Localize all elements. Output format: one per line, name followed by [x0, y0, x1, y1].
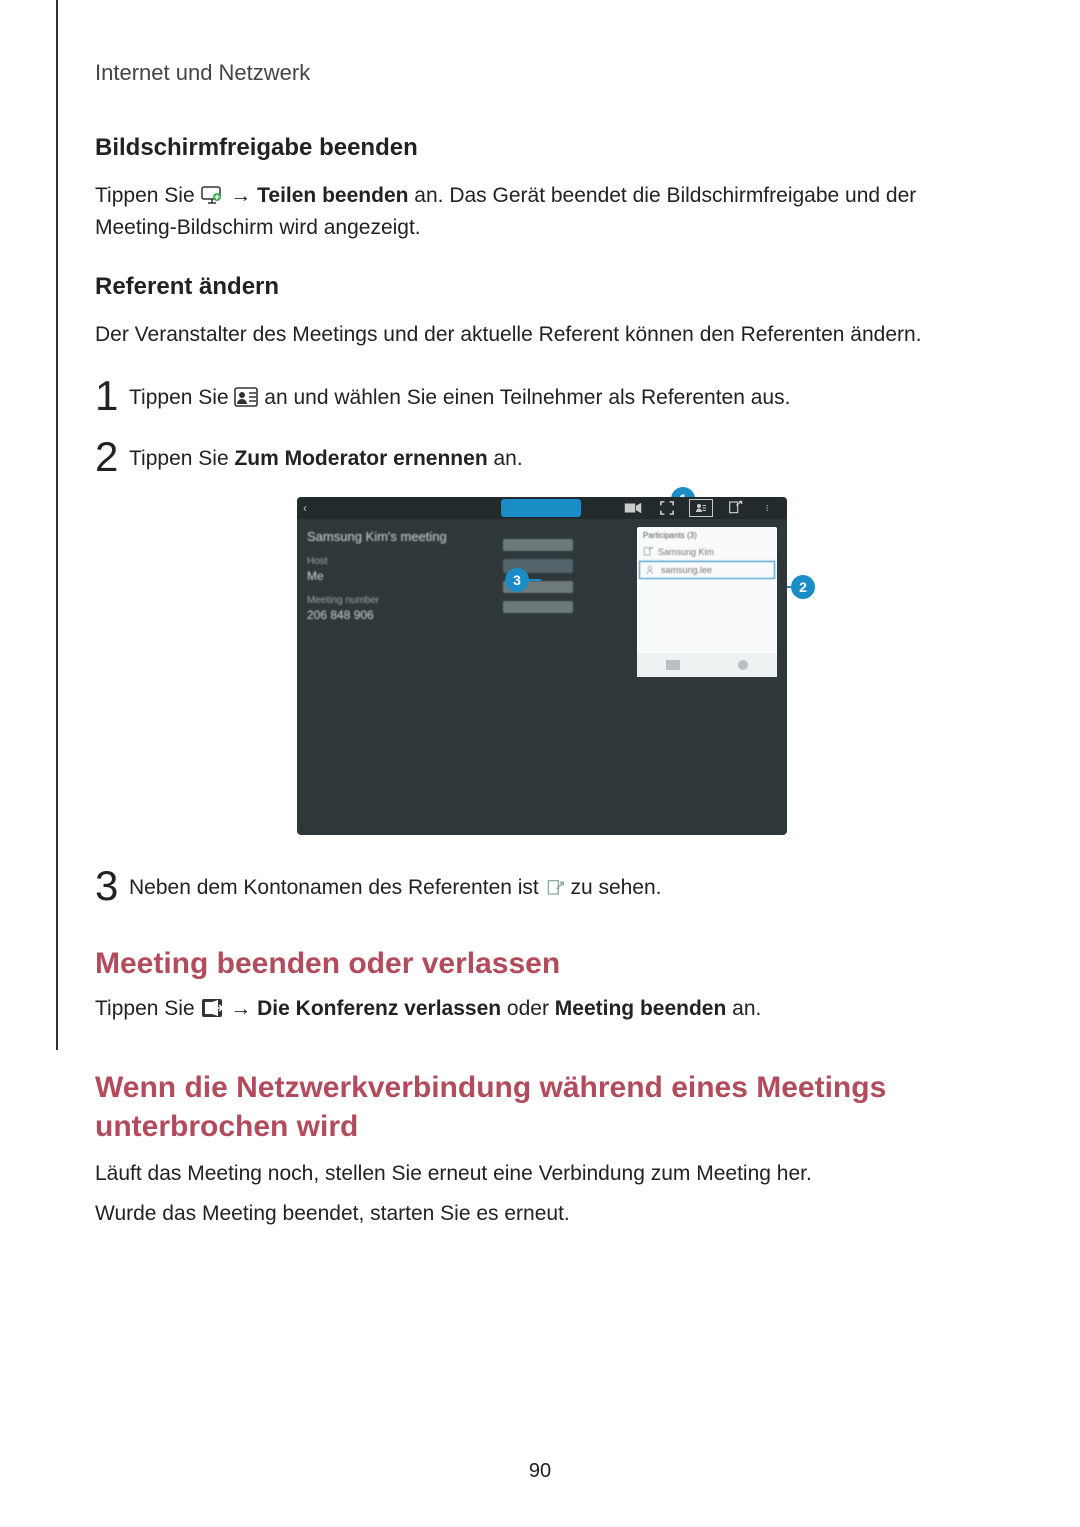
step-text: Tippen Sie an und wählen Sie einen Teiln… [129, 375, 790, 412]
step-row-1: 1 Tippen Sie an und wählen Sie einen Tei… [95, 369, 985, 412]
fullscreen-icon [655, 500, 679, 516]
page-number: 90 [0, 1460, 1080, 1483]
section-title-end-meeting: Meeting beenden oder verlassen [95, 947, 985, 981]
section-heading-change-presenter: Referent ändern [95, 273, 985, 301]
callout-badge-2: 2 [791, 575, 815, 599]
text-fragment: Neben dem Kontonamen des Referenten ist [129, 876, 545, 899]
section-title-network-drop: Wenn die Netzwerkverbindung während eine… [95, 1068, 985, 1146]
text-fragment: Tippen Sie [95, 184, 200, 207]
text-fragment: zu sehen. [570, 876, 661, 899]
share-icon [723, 500, 747, 516]
step-number: 2 [95, 436, 129, 478]
figure-panel-footer [637, 653, 777, 677]
share-monitor-icon [200, 183, 224, 207]
bold-text: Zum Moderator ernennen [234, 447, 487, 470]
text-fragment: oder [507, 997, 555, 1020]
text-fragment: → [230, 997, 257, 1020]
text-fragment: → [230, 184, 257, 207]
text-fragment: Tippen Sie [129, 386, 234, 409]
participants-icon-topbar [689, 499, 713, 517]
paragraph-change-presenter: Der Veranstalter des Meetings und der ak… [95, 319, 985, 351]
paragraph-end-meeting: Tippen Sie → Die Konferenz verlassen ode… [95, 993, 985, 1025]
figure-screen: ‹ Samsung Kim's [297, 497, 787, 835]
bold-text: Meeting beenden [555, 997, 727, 1020]
page-content: Internet und Netzwerk Bildschirmfreigabe… [95, 0, 985, 1229]
figure-back-icon: ‹ [303, 501, 307, 515]
step-row-3: 3 Neben dem Kontonamen des Referenten is… [95, 859, 985, 902]
text-fragment: an und wählen Sie einen Teilnehmer als R… [264, 386, 790, 409]
paragraph-network-1: Läuft das Meeting noch, stellen Sie erne… [95, 1158, 985, 1190]
figure-participants-panel: Participants (3) Samsung Kim samsung.lee [637, 527, 777, 677]
step-text: Tippen Sie Zum Moderator ernennen an. [129, 436, 523, 473]
exit-door-icon [200, 996, 224, 1020]
callout-badge-3: 3 [505, 568, 529, 592]
text-fragment: Tippen Sie [95, 997, 200, 1020]
step-number: 1 [95, 375, 129, 417]
step-text: Neben dem Kontonamen des Referenten ist … [129, 865, 662, 902]
page-header-breadcrumb: Internet und Netzwerk [95, 60, 985, 86]
step-row-2: 2 Tippen Sie Zum Moderator ernennen an. [95, 430, 985, 473]
text-fragment: Tippen Sie [129, 447, 234, 470]
text-fragment: an. [732, 997, 761, 1020]
more-icon [757, 500, 781, 516]
figure-tab-active [501, 499, 581, 517]
section-heading-stop-share: Bildschirmfreigabe beenden [95, 134, 985, 162]
participants-icon [234, 385, 258, 409]
video-icon [621, 500, 645, 516]
figure-sidebar: Samsung Kim's meeting Host Me Meeting nu… [297, 519, 503, 632]
paragraph-network-2: Wurde das Meeting beendet, starten Sie e… [95, 1198, 985, 1230]
presenter-doc-icon [545, 878, 565, 898]
figure-topbar: ‹ [297, 497, 787, 519]
bold-text: Die Konferenz verlassen [257, 997, 501, 1020]
figure-meeting-screenshot: 1 2 ‹ [275, 497, 805, 835]
paragraph-stop-share: Tippen Sie → Teilen beenden an. Das Gerä… [95, 180, 985, 243]
text-fragment: an. [494, 447, 523, 470]
left-margin-rule [56, 0, 58, 1050]
step-number: 3 [95, 865, 129, 907]
bold-text: Teilen beenden [257, 184, 408, 207]
